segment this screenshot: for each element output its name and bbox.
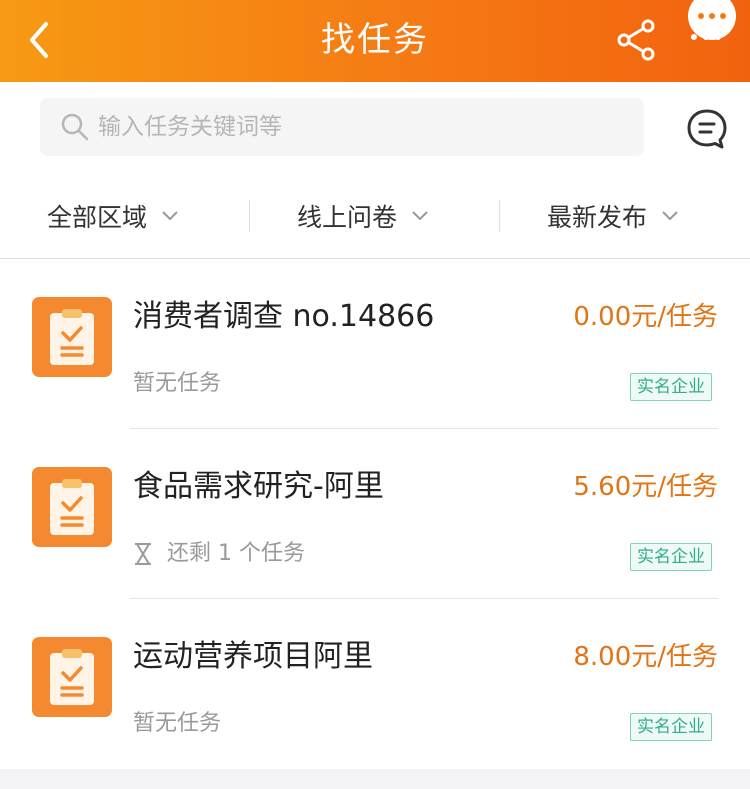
filter-label: 线上问卷 — [297, 203, 398, 232]
filter-label: 全部区域 — [47, 203, 148, 232]
task-status: 暂无任务 — [133, 709, 221, 739]
share-button[interactable] — [614, 17, 660, 63]
search-bar-row: 输入任务关键词等 — [0, 82, 750, 174]
bottom-strip — [0, 769, 750, 789]
task-status-text: 暂无任务 — [133, 711, 222, 736]
task-price: 5.60元/任务 — [573, 472, 718, 502]
chevron-down-icon — [662, 211, 678, 221]
clipboard-check-icon — [50, 479, 94, 535]
task-name: 食品需求研究-阿里 — [133, 469, 384, 504]
filter-label: 最新发布 — [547, 203, 648, 232]
more-dot — [720, 13, 726, 19]
task-price: 0.00元/任务 — [573, 302, 718, 332]
more-dot — [709, 13, 715, 19]
task-item[interactable]: 运动营养项目阿里 8.00元/任务 暂无任务 实名企业 — [0, 599, 750, 769]
task-name: 运动营养项目阿里 — [133, 639, 373, 674]
verified-company-badge: 实名企业 — [630, 713, 712, 741]
search-input[interactable]: 输入任务关键词等 — [40, 98, 644, 156]
filter-region[interactable]: 全部区域 — [47, 174, 179, 258]
chevron-down-icon — [412, 211, 428, 221]
task-icon — [32, 467, 112, 547]
task-price: 8.00元/任务 — [573, 642, 718, 672]
task-status-text: 还剩 1 个任务 — [167, 541, 305, 566]
filter-sort[interactable]: 最新发布 — [547, 174, 679, 258]
filter-bar: 全部区域 线上问卷 最新发布 — [0, 174, 750, 259]
top-nav-bar: 找任务 — [0, 0, 750, 82]
share-icon — [617, 19, 655, 61]
more-dots-icon — [698, 13, 704, 19]
filter-category[interactable]: 线上问卷 — [297, 174, 429, 258]
more-dot — [715, 34, 721, 40]
clipboard-check-icon — [50, 309, 94, 365]
more-dot — [703, 34, 709, 40]
task-item[interactable]: 消费者调查 no.14866 0.00元/任务 暂无任务 实名企业 — [0, 259, 750, 429]
verified-company-badge: 实名企业 — [630, 373, 712, 401]
filter-divider — [249, 200, 250, 232]
filter-divider — [499, 200, 500, 232]
chevron-down-icon — [162, 211, 178, 221]
search-icon — [61, 113, 89, 141]
task-icon — [32, 297, 112, 377]
more-dots-icon — [691, 34, 721, 40]
task-list: 消费者调查 no.14866 0.00元/任务 暂无任务 实名企业 食品需求研究… — [0, 259, 750, 769]
task-status: 还剩 1 个任务 — [133, 539, 305, 569]
verified-company-badge: 实名企业 — [630, 543, 712, 571]
task-status: 暂无任务 — [133, 369, 221, 399]
task-icon — [32, 637, 112, 717]
search-placeholder: 输入任务关键词等 — [98, 114, 282, 140]
task-name: 消费者调查 no.14866 — [133, 299, 435, 334]
more-dot — [691, 34, 697, 40]
chat-bubble-icon — [687, 109, 727, 149]
task-item[interactable]: 食品需求研究-阿里 5.60元/任务 还剩 1 个任务 实名企业 — [0, 429, 750, 599]
task-status-text: 暂无任务 — [133, 371, 222, 396]
message-button[interactable] — [684, 106, 730, 152]
hourglass-icon — [135, 543, 151, 565]
clipboard-check-icon — [50, 649, 94, 705]
